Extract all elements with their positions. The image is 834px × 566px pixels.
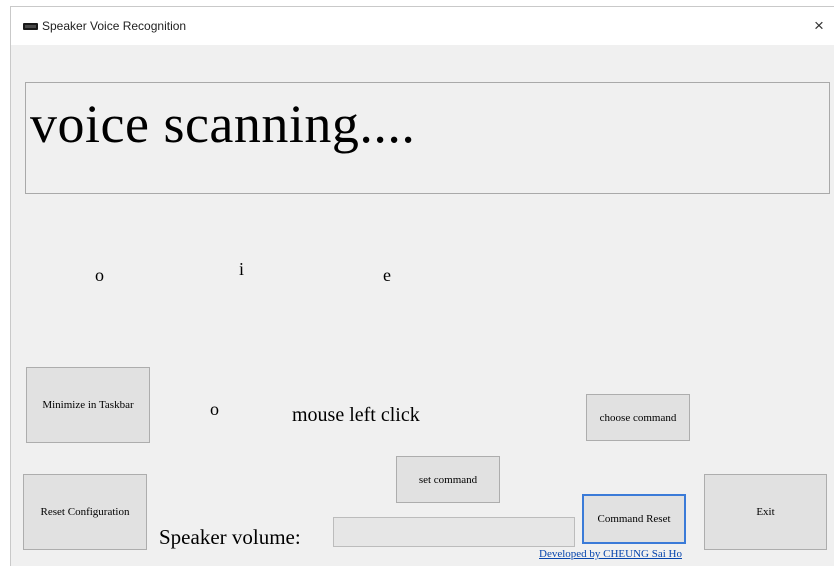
phoneme-label-1: o xyxy=(95,265,104,285)
window-title: Speaker Voice Recognition xyxy=(42,19,187,33)
title-bar[interactable]: Speaker Voice Recognition × xyxy=(11,7,834,45)
status-display: voice scanning.... xyxy=(25,82,830,194)
command-action-label: mouse left click xyxy=(292,404,420,426)
phoneme-label-2: i xyxy=(239,259,245,279)
speaker-volume-bar xyxy=(333,517,575,547)
set-command-button[interactable]: set command xyxy=(396,456,500,503)
desktop-strip-left xyxy=(0,0,10,566)
speaker-volume-label: Speaker volume: xyxy=(159,525,301,549)
minimize-taskbar-button[interactable]: Minimize in Taskbar xyxy=(26,367,150,443)
command-letter-label: o xyxy=(210,399,219,419)
app-window: Speaker Voice Recognition × voice scanni… xyxy=(10,6,834,566)
command-reset-button[interactable]: Command Reset xyxy=(582,494,686,544)
reset-configuration-button[interactable]: Reset Configuration xyxy=(23,474,147,550)
status-text: voice scanning.... xyxy=(30,94,416,154)
keyboard-icon xyxy=(23,23,38,30)
choose-command-button[interactable]: choose command xyxy=(586,394,690,441)
exit-button[interactable]: Exit xyxy=(704,474,827,550)
developer-credit-link[interactable]: Developed by CHEUNG Sai Ho xyxy=(539,548,682,560)
phoneme-label-3: e xyxy=(383,265,391,285)
close-button[interactable]: × xyxy=(804,7,834,45)
